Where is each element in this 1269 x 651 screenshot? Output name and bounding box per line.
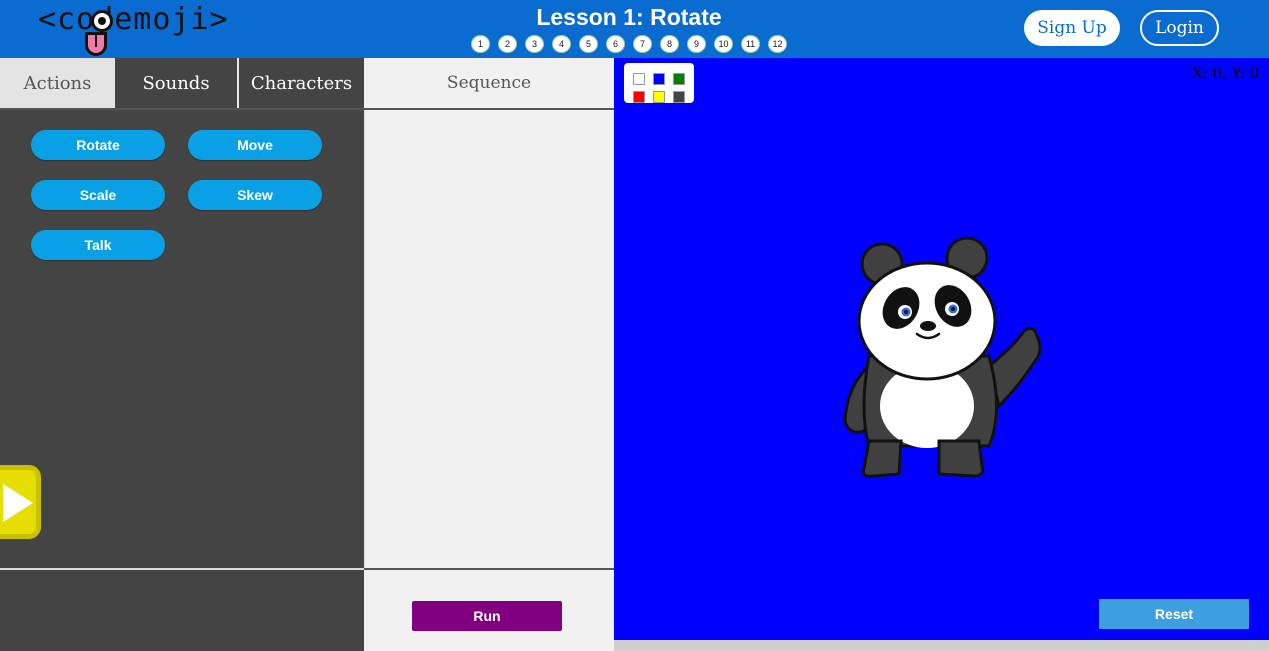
- swatch-yellow[interactable]: [653, 91, 665, 103]
- lesson-dot-12[interactable]: 12: [768, 35, 787, 53]
- play-icon: [3, 484, 33, 522]
- scale-action-button[interactable]: Scale: [31, 180, 165, 210]
- logo-tongue-icon: [85, 32, 107, 56]
- lesson-dot-8[interactable]: 8: [660, 35, 679, 53]
- lesson-dot-5[interactable]: 5: [579, 35, 598, 53]
- lesson-navigation: 1 2 3 4 5 6 7 8 9 10 11 12: [471, 35, 787, 53]
- actions-panel: Rotate Move Scale Skew Talk: [0, 108, 364, 568]
- header-bar: <codemoji> Lesson 1: Rotate 1 2 3 4 5 6 …: [0, 0, 1269, 58]
- swatch-dark-gray[interactable]: [673, 91, 685, 103]
- rotate-action-button[interactable]: Rotate: [31, 130, 165, 160]
- tab-actions[interactable]: Actions: [0, 58, 115, 108]
- coordinates-readout: X: 0, Y: 0: [1192, 64, 1259, 82]
- reset-button[interactable]: Reset: [1099, 599, 1249, 629]
- tab-characters[interactable]: Characters: [239, 58, 364, 108]
- stage-canvas[interactable]: X: 0, Y: 0 Reset: [614, 58, 1269, 640]
- lesson-dot-6[interactable]: 6: [606, 35, 625, 53]
- sequence-drop-area[interactable]: [364, 110, 614, 568]
- swatch-white[interactable]: [633, 73, 645, 85]
- stage-footer-bar: [614, 640, 1269, 651]
- lesson-dot-10[interactable]: 10: [714, 35, 733, 53]
- lesson-dot-4[interactable]: 4: [552, 35, 571, 53]
- palette-tabs: Actions Sounds Characters: [0, 58, 364, 108]
- swatch-blue[interactable]: [653, 73, 665, 85]
- lesson-dot-11[interactable]: 11: [741, 35, 760, 53]
- lesson-dot-9[interactable]: 9: [687, 35, 706, 53]
- move-action-button[interactable]: Move: [188, 130, 322, 160]
- skew-action-button[interactable]: Skew: [188, 180, 322, 210]
- talk-action-button[interactable]: Talk: [31, 230, 165, 260]
- panda-character[interactable]: [839, 236, 1049, 481]
- swatch-green[interactable]: [673, 73, 685, 85]
- swatch-red[interactable]: [633, 91, 645, 103]
- lesson-dot-3[interactable]: 3: [525, 35, 544, 53]
- sequence-header: Sequence: [364, 58, 614, 110]
- login-button[interactable]: Login: [1140, 10, 1219, 46]
- lesson-dot-2[interactable]: 2: [498, 35, 517, 53]
- sequence-footer: Run: [364, 568, 614, 651]
- background-color-palette: [624, 63, 694, 103]
- lesson-dot-1[interactable]: 1: [471, 35, 490, 53]
- lesson-dot-7[interactable]: 7: [633, 35, 652, 53]
- lower-left-panel: [0, 568, 364, 651]
- sign-up-button[interactable]: Sign Up: [1024, 10, 1120, 46]
- run-button[interactable]: Run: [412, 601, 562, 631]
- play-tutorial-button[interactable]: [0, 465, 41, 539]
- tab-sounds[interactable]: Sounds: [115, 58, 239, 108]
